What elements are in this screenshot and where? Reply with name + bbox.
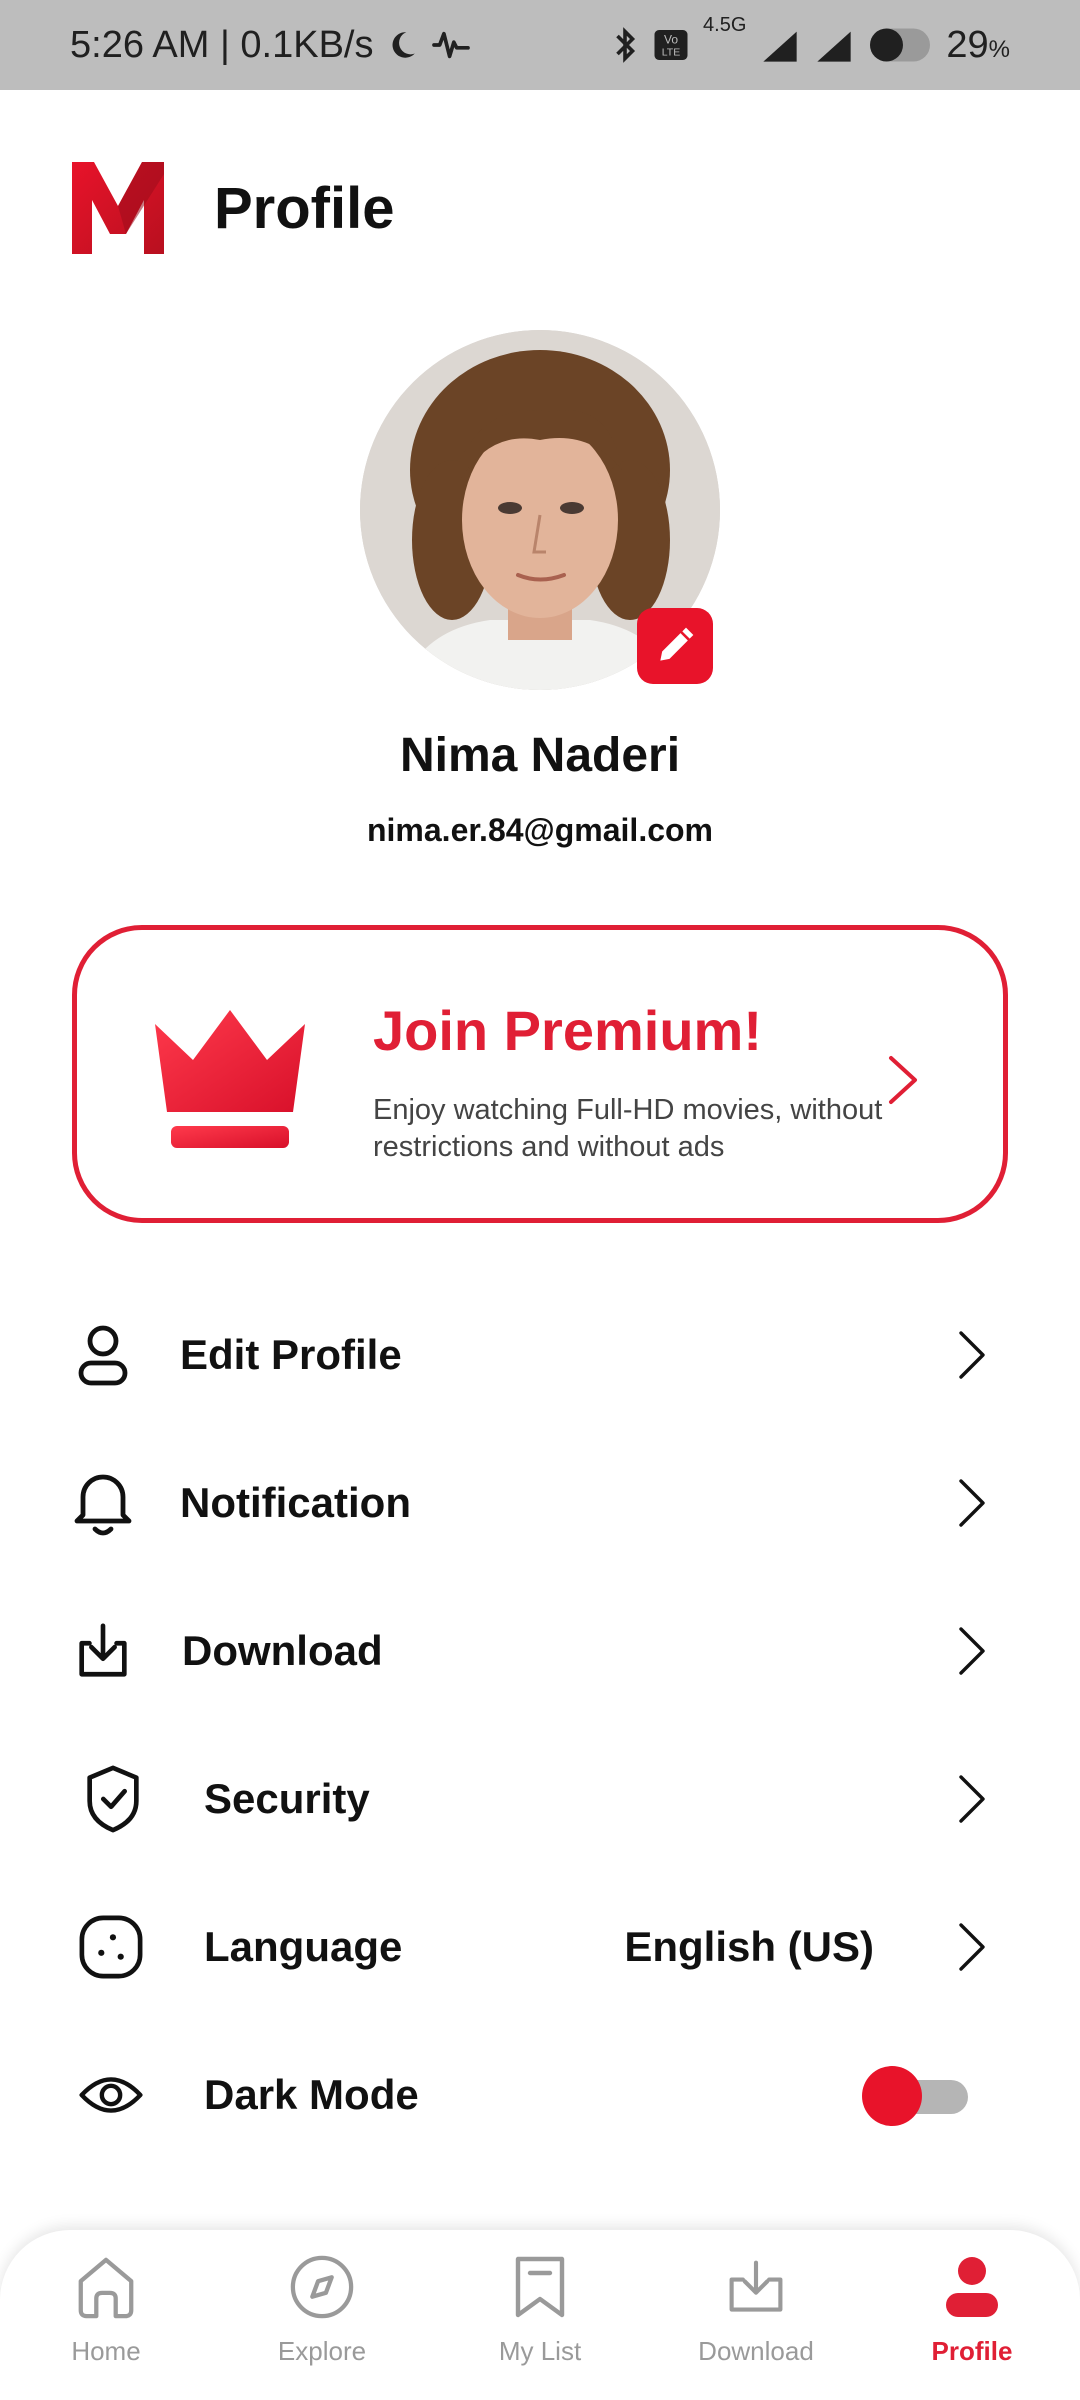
menu-label-dark-mode: Dark Mode: [204, 2071, 419, 2118]
nav-my-list[interactable]: My List: [450, 2252, 630, 2392]
chevron-right-icon: [889, 1056, 917, 1104]
bell-icon: [70, 1470, 136, 1536]
menu-label-download: Download: [182, 1627, 383, 1674]
network-type: 4.5G: [703, 13, 747, 36]
chevron-right-icon: [959, 1479, 985, 1527]
app-header: Profile: [70, 160, 395, 256]
status-bar: 5:26 AM | 0.1KB/s Vo LTE 4.5G 29%: [0, 0, 1080, 90]
menu-item-dark-mode: Dark Mode: [0, 2035, 1080, 2155]
compass-icon: [287, 2252, 357, 2322]
nav-label-download: Download: [698, 2336, 814, 2366]
nav-label-profile: Profile: [931, 2336, 1013, 2366]
nav-profile[interactable]: Profile: [882, 2252, 1062, 2392]
language-value: English (US): [624, 1923, 874, 1970]
join-premium-card[interactable]: Join Premium! Enjoy watching Full-HD mov…: [72, 925, 1008, 1223]
menu-label-security: Security: [204, 1775, 370, 1822]
nav-label-home: Home: [71, 2336, 141, 2366]
pencil-icon: [660, 627, 694, 661]
battery-level: 29%: [946, 23, 1010, 66]
menu-item-download[interactable]: Download: [0, 1591, 1080, 1711]
user-icon: [70, 1322, 136, 1388]
page-title: Profile: [214, 175, 395, 241]
nav-home[interactable]: Home: [16, 2252, 196, 2392]
signal-icon-2: [814, 28, 854, 62]
edit-avatar-button[interactable]: [637, 608, 713, 684]
bluetooth-icon: [611, 27, 639, 63]
crown-icon: [155, 1010, 305, 1148]
signal-icon: [760, 28, 800, 62]
download-icon: [70, 1618, 136, 1684]
dark-mode-toggle[interactable]: [862, 2066, 968, 2126]
nav-label-explore: Explore: [277, 2336, 367, 2366]
nav-explore[interactable]: Explore: [232, 2252, 412, 2392]
toggle-knob: [862, 2066, 922, 2126]
nav-download[interactable]: Download: [666, 2252, 846, 2392]
chevron-right-icon: [959, 1775, 985, 1823]
premium-title: Join Premium!: [373, 999, 762, 1062]
bottom-navigation: Home Explore My List Download Profile: [0, 2230, 1080, 2400]
profile-icon: [937, 2252, 1007, 2322]
battery-icon: [868, 27, 932, 63]
menu-item-security[interactable]: Security: [0, 1739, 1080, 1859]
menu-item-notification[interactable]: Notification: [0, 1443, 1080, 1563]
chevron-right-icon: [959, 1627, 985, 1675]
avatar-container: [360, 330, 720, 690]
menu-label-edit-profile: Edit Profile: [180, 1331, 402, 1378]
home-icon: [71, 2252, 141, 2322]
status-time-speed: 5:26 AM | 0.1KB/s: [70, 23, 374, 66]
menu-label-notification: Notification: [180, 1479, 411, 1526]
menu-item-edit-profile[interactable]: Edit Profile: [0, 1295, 1080, 1415]
user-email: nima.er.84@gmail.com: [366, 812, 713, 848]
premium-description: Enjoy watching Full-HD movies, without r…: [373, 1094, 883, 1163]
volte-icon: Vo LTE: [653, 28, 689, 62]
moon-icon: [385, 28, 419, 62]
bookmark-icon: [505, 2252, 575, 2322]
app-logo: [72, 162, 164, 254]
profile-screen: 5:26 AM | 0.1KB/s Vo LTE 4.5G 29% Profil…: [0, 0, 1080, 2400]
shield-icon: [80, 1765, 146, 1833]
nav-label-my-list: My List: [498, 2336, 582, 2366]
svg-text:LTE: LTE: [662, 47, 680, 59]
chevron-right-icon: [959, 1331, 985, 1379]
language-icon: [78, 1914, 144, 1980]
menu-item-language[interactable]: Language English (US): [0, 1887, 1080, 2007]
menu-label-language: Language: [204, 1923, 403, 1970]
user-name: Nima Naderi: [399, 729, 681, 782]
chevron-right-icon: [959, 1923, 985, 1971]
download-icon: [721, 2252, 791, 2322]
activity-icon: [431, 28, 471, 62]
svg-text:Vo: Vo: [664, 33, 678, 47]
eye-icon: [78, 2062, 144, 2128]
